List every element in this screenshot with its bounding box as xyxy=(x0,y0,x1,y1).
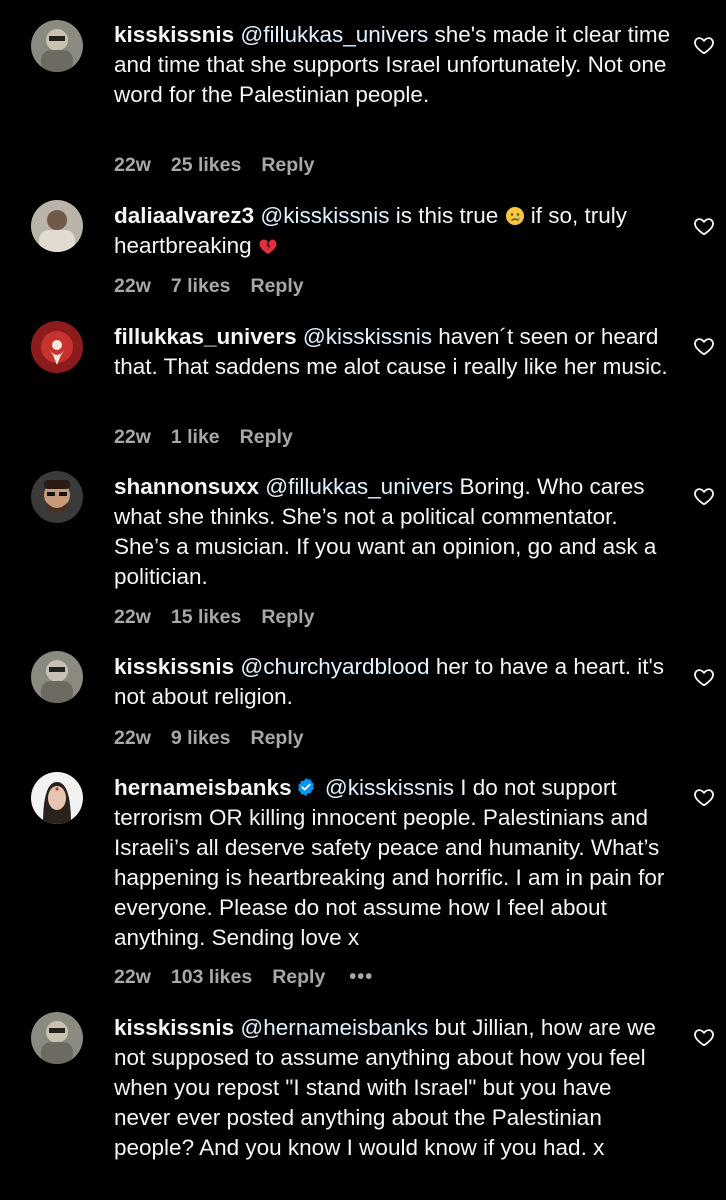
comment-text: shannonsuxx @fillukkas_univers Boring. W… xyxy=(114,472,674,592)
heart-outline-icon[interactable] xyxy=(693,786,715,808)
likes-count[interactable]: 1 like xyxy=(171,426,220,449)
avatar[interactable] xyxy=(31,20,83,72)
comment-age[interactable]: 22w xyxy=(114,154,151,177)
comment-age[interactable]: 22w xyxy=(114,727,151,750)
avatar[interactable] xyxy=(31,200,83,252)
reply-button[interactable]: Reply xyxy=(261,154,314,177)
comment-meta: 22w 25 likes Reply xyxy=(114,154,314,177)
likes-count[interactable]: 103 likes xyxy=(171,966,252,989)
mention-link[interactable]: @churchyardblood xyxy=(240,654,429,679)
comment-text: kisskissnis @churchyardblood her to have… xyxy=(114,652,674,712)
comment-username[interactable]: fillukkas_univers xyxy=(114,324,297,349)
heart-outline-icon[interactable] xyxy=(693,1026,715,1048)
comment-username[interactable]: kisskissnis xyxy=(114,22,234,47)
comment-text: hernameisbanks @kisskissnis I do not sup… xyxy=(114,773,674,953)
comment-username[interactable]: kisskissnis xyxy=(114,654,234,679)
likes-count[interactable]: 25 likes xyxy=(171,154,241,177)
comment-meta: 22w 7 likes Reply xyxy=(114,275,304,298)
more-options-button[interactable]: ••• xyxy=(349,966,373,989)
mention-link[interactable]: @hernameisbanks xyxy=(240,1015,428,1040)
comment-age[interactable]: 22w xyxy=(114,275,151,298)
mention-link[interactable]: @fillukkas_univers xyxy=(240,22,428,47)
comment-age[interactable]: 22w xyxy=(114,966,151,989)
comment-age[interactable]: 22w xyxy=(114,606,151,629)
comment-meta: 22w 15 likes Reply xyxy=(114,606,314,629)
avatar[interactable] xyxy=(31,321,83,373)
heart-outline-icon[interactable] xyxy=(693,666,715,688)
verified-badge-icon xyxy=(297,778,314,796)
heart-outline-icon[interactable] xyxy=(693,485,715,507)
comment-text: daliaalvarez3 @kisskissnis is this true … xyxy=(114,201,674,261)
reply-button[interactable]: Reply xyxy=(251,727,304,750)
avatar[interactable] xyxy=(31,1012,83,1064)
crying-face-emoji xyxy=(505,207,524,225)
comment-body: is this true xyxy=(389,203,505,228)
broken-heart-emoji xyxy=(259,239,277,254)
reply-button[interactable]: Reply xyxy=(261,606,314,629)
comment-username[interactable]: shannonsuxx xyxy=(114,474,259,499)
mention-link[interactable]: @kisskissnis xyxy=(303,324,432,349)
comment-body: I do not support terrorism OR killing in… xyxy=(114,775,665,950)
comment-meta: 22w 9 likes Reply xyxy=(114,727,304,750)
reply-button[interactable]: Reply xyxy=(251,275,304,298)
comment-text: kisskissnis @fillukkas_univers she's mad… xyxy=(114,20,674,110)
avatar[interactable] xyxy=(31,772,83,824)
mention-link[interactable]: @kisskissnis xyxy=(325,775,454,800)
mention-link[interactable]: @fillukkas_univers xyxy=(265,474,453,499)
comment-text: kisskissnis @hernameisbanks but Jillian,… xyxy=(114,1013,674,1163)
comment-text: fillukkas_univers @kisskissnis haven´t s… xyxy=(114,322,674,382)
likes-count[interactable]: 9 likes xyxy=(171,727,231,750)
heart-outline-icon[interactable] xyxy=(693,335,715,357)
reply-button[interactable]: Reply xyxy=(272,966,325,989)
likes-count[interactable]: 15 likes xyxy=(171,606,241,629)
comment-meta: 22w 1 like Reply xyxy=(114,426,293,449)
mention-link[interactable]: @kisskissnis xyxy=(260,203,389,228)
heart-outline-icon[interactable] xyxy=(693,215,715,237)
likes-count[interactable]: 7 likes xyxy=(171,275,231,298)
heart-outline-icon[interactable] xyxy=(693,34,715,56)
comment-username[interactable]: kisskissnis xyxy=(114,1015,234,1040)
avatar[interactable] xyxy=(31,651,83,703)
reply-button[interactable]: Reply xyxy=(240,426,293,449)
comment-username[interactable]: daliaalvarez3 xyxy=(114,203,254,228)
avatar[interactable] xyxy=(31,471,83,523)
comment-age[interactable]: 22w xyxy=(114,426,151,449)
comment-username[interactable]: hernameisbanks xyxy=(114,775,292,800)
comment-meta: 22w 103 likes Reply ••• xyxy=(114,966,373,989)
